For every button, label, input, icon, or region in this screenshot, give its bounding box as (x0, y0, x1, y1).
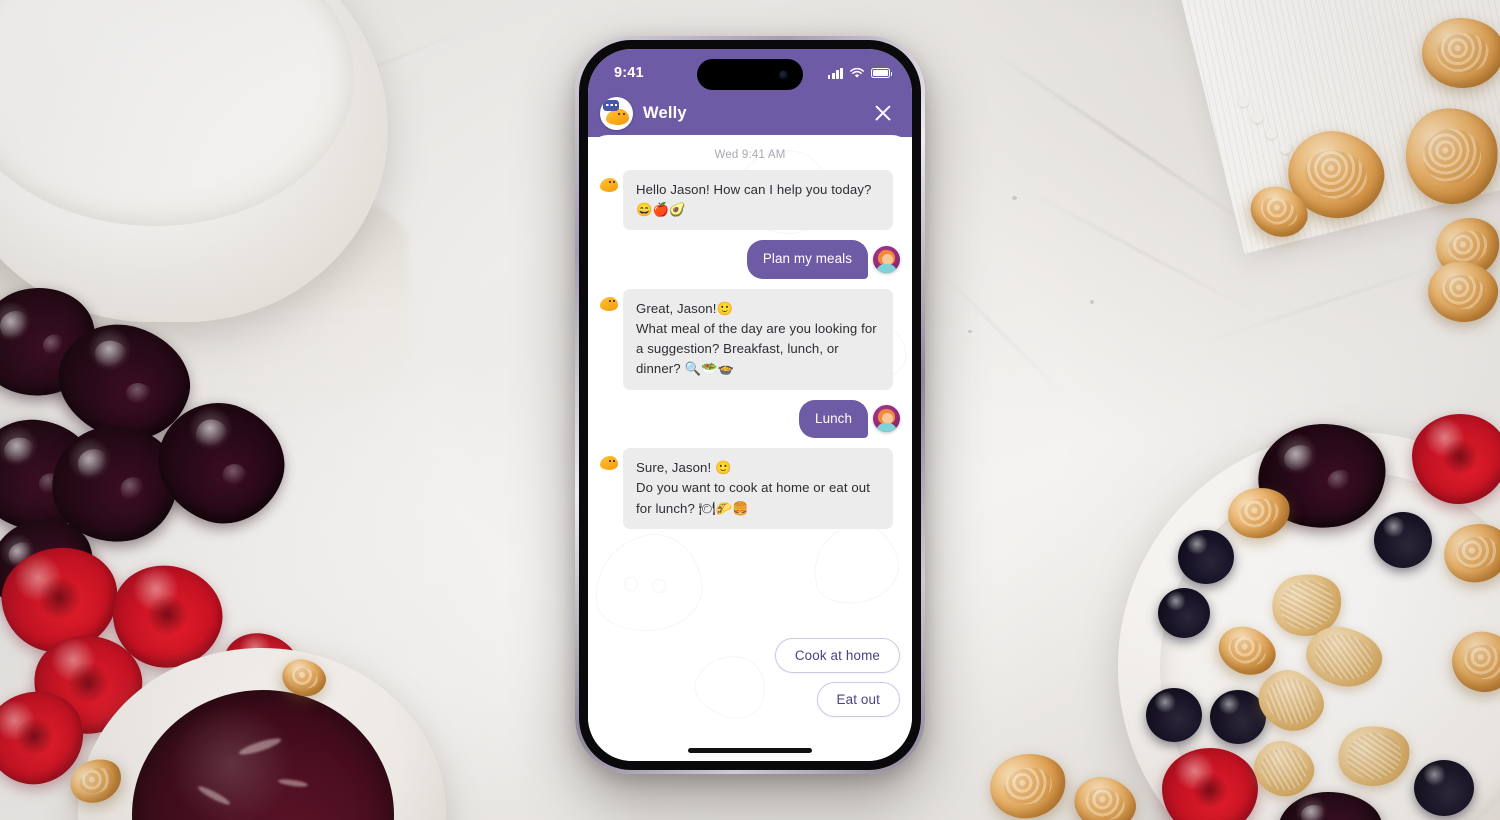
marble-speck (1012, 196, 1017, 200)
phone-bezel: 9:41 Welly Wed 9:41 AM Hello Jason! How … (579, 40, 921, 770)
user-avatar (873, 246, 900, 274)
lace-dot (1266, 128, 1277, 139)
chat-message-row: Hello Jason! How can I help you today? 😄… (600, 170, 900, 231)
bot-bird-icon (600, 178, 618, 192)
chat-message-row: Lunch (600, 399, 900, 439)
blueberry (1158, 588, 1210, 638)
quick-reply-group: Cook at home Eat out (774, 638, 900, 717)
status-bar-icons (827, 67, 893, 79)
day-stamp: Wed 9:41 AM (714, 149, 786, 161)
user-message-bubble: Plan my meals (746, 240, 868, 279)
chat-message-row: Plan my meals (600, 240, 900, 279)
chat-title: Welly (643, 103, 687, 122)
raspberry (1162, 748, 1258, 820)
chat-body[interactable]: Wed 9:41 AM Hello Jason! How can I help … (588, 135, 912, 761)
watermark-eye (624, 577, 638, 591)
cellular-signal-icon (827, 67, 843, 79)
bird-shape (606, 108, 629, 125)
chat-message-row: Sure, Jason! 🙂 Do you want to cook at ho… (600, 448, 900, 529)
marble-speck (1090, 300, 1094, 304)
watermark-bird-icon (802, 514, 908, 614)
bot-message-bubble: Great, Jason!🙂 What meal of the day are … (623, 288, 893, 390)
chat-message-row: Great, Jason!🙂 What meal of the day are … (600, 288, 900, 390)
front-camera-icon (779, 70, 788, 79)
quick-reply-cook-at-home[interactable]: Cook at home (774, 638, 900, 673)
home-indicator[interactable] (688, 748, 812, 753)
lace-dot (1252, 112, 1263, 123)
dynamic-island (697, 59, 803, 90)
user-message-bubble: Lunch (799, 399, 868, 439)
chat-header: Welly (588, 89, 912, 137)
walnut (1422, 18, 1500, 88)
blueberry (1374, 512, 1432, 568)
close-icon[interactable] (870, 100, 896, 126)
bot-avatar-bird-icon[interactable] (600, 96, 633, 130)
status-bar-time: 9:41 (614, 65, 644, 81)
avatar-body (876, 264, 897, 274)
watermark-bird-icon (588, 527, 709, 639)
phone-screen: 9:41 Welly Wed 9:41 AM Hello Jason! How … (588, 49, 912, 761)
bot-message-bubble: Sure, Jason! 🙂 Do you want to cook at ho… (623, 448, 893, 529)
bot-bird-icon (600, 456, 618, 471)
bot-message-bubble: Hello Jason! How can I help you today? 😄… (623, 170, 893, 231)
lace-dot (1280, 143, 1291, 154)
blueberry (1146, 688, 1202, 742)
app-header-region: 9:41 Welly (588, 49, 912, 137)
marble-speck (968, 330, 972, 333)
speech-bubble-shape (603, 99, 619, 111)
avatar-body (876, 423, 897, 433)
quick-reply-eat-out[interactable]: Eat out (816, 682, 900, 717)
user-avatar (873, 405, 900, 433)
bot-bird-icon (600, 296, 618, 311)
watermark-eye (652, 579, 666, 593)
lace-dot (1238, 96, 1249, 107)
blueberry (1178, 530, 1234, 584)
phone-device: 9:41 Welly Wed 9:41 AM Hello Jason! How … (575, 36, 925, 774)
blueberry (1414, 760, 1474, 816)
wifi-icon (850, 67, 864, 78)
battery-icon (871, 68, 893, 78)
watermark-bird-icon (687, 644, 775, 728)
